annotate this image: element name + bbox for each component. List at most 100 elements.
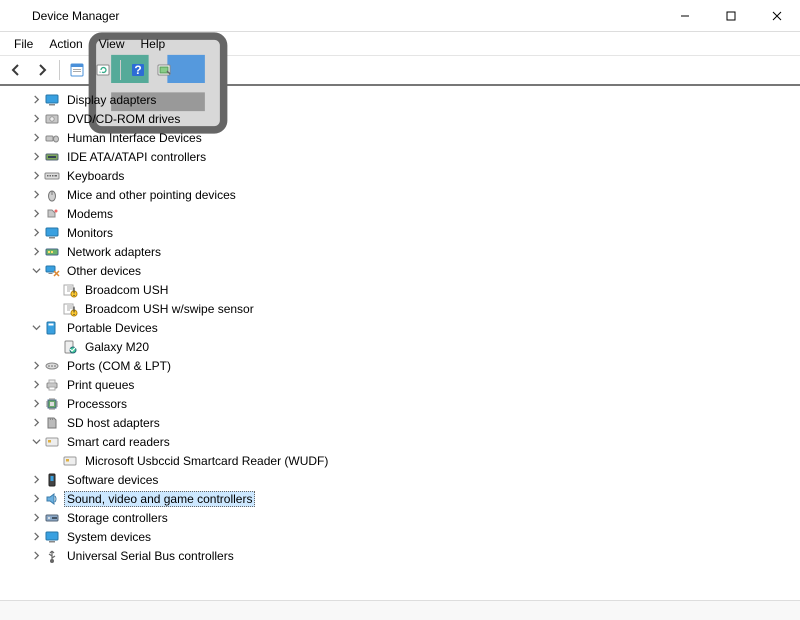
device-ms-usbccid[interactable]: Microsoft Usbccid Smartcard Reader (WUDF…: [2, 451, 798, 470]
category-sd-host[interactable]: SD host adapters: [2, 413, 798, 432]
category-label: Modems: [64, 207, 116, 221]
menu-bar: File Action View Help: [0, 32, 800, 56]
toolbar-separator: [120, 60, 121, 80]
chevron-right-icon[interactable]: [30, 132, 42, 144]
category-display-adapters[interactable]: Display adapters: [2, 90, 798, 109]
chevron-down-icon[interactable]: [30, 322, 42, 334]
chevron-right-icon[interactable]: [30, 417, 42, 429]
category-label: Storage controllers: [64, 511, 171, 525]
mouse-icon: [44, 187, 60, 203]
category-network[interactable]: Network adapters: [2, 242, 798, 261]
chevron-right-icon[interactable]: [30, 94, 42, 106]
chevron-right-icon[interactable]: [30, 360, 42, 372]
display-adapter-icon: [44, 92, 60, 108]
category-print-queues[interactable]: Print queues: [2, 375, 798, 394]
keyboard-icon: [44, 168, 60, 184]
modem-icon: [44, 206, 60, 222]
category-label: Smart card readers: [64, 435, 173, 449]
category-label: Mice and other pointing devices: [64, 188, 239, 202]
system-icon: [44, 529, 60, 545]
device-galaxy-m20[interactable]: Galaxy M20: [2, 337, 798, 356]
category-label: System devices: [64, 530, 154, 544]
chevron-down-icon[interactable]: [30, 265, 42, 277]
hid-icon: [44, 130, 60, 146]
category-label: Network adapters: [64, 245, 164, 259]
chevron-right-icon[interactable]: [30, 170, 42, 182]
menu-help[interactable]: Help: [133, 35, 174, 53]
chevron-right-icon[interactable]: [30, 189, 42, 201]
chevron-right-icon[interactable]: [30, 493, 42, 505]
device-broadcom-ush[interactable]: Broadcom USH: [2, 280, 798, 299]
category-monitors[interactable]: Monitors: [2, 223, 798, 242]
smartcard-icon: [44, 434, 60, 450]
toolbar-separator: [59, 60, 60, 80]
chevron-right-icon[interactable]: [30, 512, 42, 524]
unknown-device-icon: [62, 282, 78, 298]
category-label: Portable Devices: [64, 321, 161, 335]
category-label: Sound, video and game controllers: [64, 491, 255, 507]
category-portable-devices[interactable]: Portable Devices: [2, 318, 798, 337]
toolbar-back-button[interactable]: [4, 58, 28, 82]
category-dvd-cdrom[interactable]: DVD/CD-ROM drives: [2, 109, 798, 128]
chevron-right-icon[interactable]: [30, 379, 42, 391]
title-bar: Device Manager: [0, 0, 800, 32]
toolbar-refresh-button[interactable]: [91, 58, 115, 82]
category-label: Other devices: [64, 264, 144, 278]
category-smartcard-readers[interactable]: Smart card readers: [2, 432, 798, 451]
device-label: Broadcom USH: [82, 283, 171, 297]
chevron-right-icon[interactable]: [30, 151, 42, 163]
device-label: Galaxy M20: [82, 340, 152, 354]
category-modems[interactable]: Modems: [2, 204, 798, 223]
maximize-button[interactable]: [708, 0, 754, 32]
status-bar: [0, 600, 800, 620]
network-icon: [44, 244, 60, 260]
chevron-right-icon[interactable]: [30, 474, 42, 486]
unknown-device-icon: [62, 301, 78, 317]
category-ports[interactable]: Ports (COM & LPT): [2, 356, 798, 375]
toolbar-help-button[interactable]: [126, 58, 150, 82]
toolbar-forward-button[interactable]: [30, 58, 54, 82]
toolbar-properties-button[interactable]: [65, 58, 89, 82]
category-software-devices[interactable]: Software devices: [2, 470, 798, 489]
category-processors[interactable]: Processors: [2, 394, 798, 413]
chevron-right-icon[interactable]: [30, 398, 42, 410]
chevron-right-icon[interactable]: [30, 246, 42, 258]
menu-action[interactable]: Action: [41, 35, 90, 53]
category-label: DVD/CD-ROM drives: [64, 112, 183, 126]
category-label: Processors: [64, 397, 130, 411]
toolbar-scan-button[interactable]: [152, 58, 176, 82]
chevron-right-icon[interactable]: [30, 550, 42, 562]
category-system-devices[interactable]: System devices: [2, 527, 798, 546]
category-mice[interactable]: Mice and other pointing devices: [2, 185, 798, 204]
category-label: Human Interface Devices: [64, 131, 205, 145]
sd-icon: [44, 415, 60, 431]
category-other-devices[interactable]: Other devices: [2, 261, 798, 280]
device-tree[interactable]: Display adapters DVD/CD-ROM drives Human…: [0, 86, 800, 600]
printer-icon: [44, 377, 60, 393]
software-device-icon: [44, 472, 60, 488]
chevron-right-icon[interactable]: [30, 208, 42, 220]
minimize-button[interactable]: [662, 0, 708, 32]
sound-icon: [44, 491, 60, 507]
chevron-right-icon[interactable]: [30, 113, 42, 125]
category-label: SD host adapters: [64, 416, 163, 430]
menu-file[interactable]: File: [6, 35, 41, 53]
chevron-right-icon[interactable]: [30, 227, 42, 239]
category-storage-controllers[interactable]: Storage controllers: [2, 508, 798, 527]
device-label: Broadcom USH w/swipe sensor: [82, 302, 257, 316]
chevron-down-icon[interactable]: [30, 436, 42, 448]
category-hid[interactable]: Human Interface Devices: [2, 128, 798, 147]
category-ide[interactable]: IDE ATA/ATAPI controllers: [2, 147, 798, 166]
device-broadcom-ush-swipe[interactable]: Broadcom USH w/swipe sensor: [2, 299, 798, 318]
category-usb-controllers[interactable]: Universal Serial Bus controllers: [2, 546, 798, 565]
category-sound-video-game[interactable]: Sound, video and game controllers: [2, 489, 798, 508]
category-label: Software devices: [64, 473, 161, 487]
window-title: Device Manager: [32, 9, 662, 23]
usb-icon: [44, 548, 60, 564]
ide-icon: [44, 149, 60, 165]
category-keyboards[interactable]: Keyboards: [2, 166, 798, 185]
close-button[interactable]: [754, 0, 800, 32]
menu-view[interactable]: View: [91, 35, 133, 53]
monitor-icon: [44, 225, 60, 241]
chevron-right-icon[interactable]: [30, 531, 42, 543]
